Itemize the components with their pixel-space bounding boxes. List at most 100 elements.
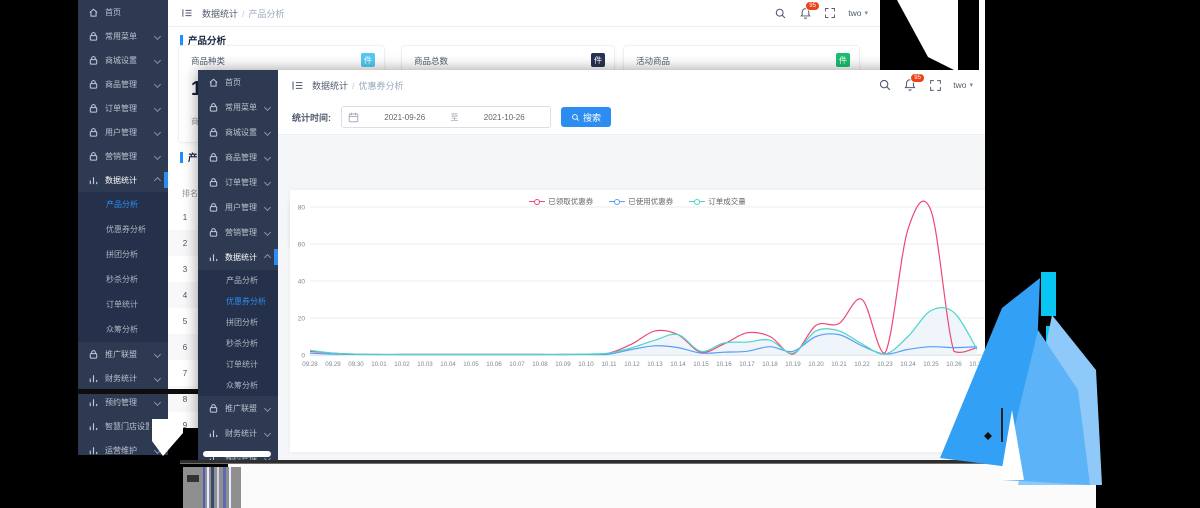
- legend-label: 已使用优惠券: [628, 197, 674, 206]
- chart-icon: [87, 396, 99, 408]
- sidebar-item-用户管理[interactable]: 用户管理: [78, 120, 168, 144]
- date-range-input[interactable]: 2021-09-26 至 2021-10-26: [341, 106, 551, 128]
- sidebar-item-首页[interactable]: 首页: [78, 0, 168, 24]
- sidebar-item-label: 订单管理: [225, 178, 257, 187]
- lock-icon: [87, 126, 99, 138]
- sidebar-item-营销管理[interactable]: 营销管理: [198, 220, 278, 245]
- sidebar-item-营销管理[interactable]: 营销管理: [78, 144, 168, 168]
- start-date[interactable]: 2021-09-26: [365, 113, 445, 122]
- sidebar-subitem-订单统计[interactable]: 订单统计: [198, 354, 278, 375]
- breadcrumb-current: 优惠券分析: [358, 80, 404, 91]
- front-topbar: 数据统计 / 优惠券分析 95 two ▾: [278, 70, 985, 101]
- chevron-down-icon: [153, 128, 162, 136]
- breadcrumb-current: 产品分析: [248, 8, 285, 19]
- sidebar-subitem-秒杀分析[interactable]: 秒杀分析: [78, 267, 168, 292]
- glitch-band: [78, 389, 200, 394]
- sidebar-subitem-产品分析[interactable]: 产品分析: [198, 270, 278, 291]
- home-icon: [87, 6, 99, 18]
- chevron-down-icon: [153, 32, 162, 40]
- chart-icon: [87, 444, 99, 455]
- sidebar-subitem-拼团分析[interactable]: 拼团分析: [198, 312, 278, 333]
- fullscreen-icon[interactable]: [823, 6, 837, 20]
- user-menu[interactable]: two ▾: [953, 80, 973, 90]
- sidebar-item-用户管理[interactable]: 用户管理: [198, 195, 278, 220]
- legend-item-已领取优惠券[interactable]: 已领取优惠券: [529, 196, 593, 207]
- end-date[interactable]: 2021-10-26: [465, 113, 545, 122]
- legend-item-已使用优惠券[interactable]: 已使用优惠券: [609, 196, 673, 207]
- filter-bar: 统计时间: 2021-09-26 至 2021-10-26 搜索: [278, 100, 985, 135]
- legend-marker: [529, 199, 546, 205]
- lock-icon: [87, 30, 99, 42]
- lock-icon: [207, 177, 219, 189]
- breadcrumb-root[interactable]: 数据统计: [202, 9, 238, 19]
- search-icon[interactable]: [773, 6, 787, 20]
- lock-icon: [87, 54, 99, 66]
- sidebar-subitem-优惠券分析[interactable]: 优惠券分析: [198, 291, 278, 312]
- lock-icon: [207, 202, 219, 214]
- sidebar-item-常用菜单[interactable]: 常用菜单: [198, 95, 278, 120]
- chevron-down-icon: [263, 429, 272, 438]
- breadcrumb-root[interactable]: 数据统计: [312, 81, 348, 91]
- legend-item-订单成交量[interactable]: 订单成交量: [689, 196, 746, 207]
- sidebar-subitem-产品分析[interactable]: 产品分析: [78, 192, 168, 217]
- sidebar-item-label: 订单管理: [105, 103, 137, 113]
- bell-icon[interactable]: 95: [798, 1, 820, 20]
- search-icon: [571, 113, 580, 122]
- menu-collapse-icon[interactable]: [180, 6, 194, 20]
- sidebar-item-label: 用户管理: [105, 127, 137, 137]
- sidebar-subitem-秒杀分析[interactable]: 秒杀分析: [198, 333, 278, 354]
- lock-icon: [87, 78, 99, 90]
- sidebar-subitem-众筹分析[interactable]: 众筹分析: [198, 375, 278, 396]
- menu-collapse-icon[interactable]: [290, 78, 304, 92]
- search-button[interactable]: 搜索: [561, 107, 612, 127]
- breadcrumb: 数据统计 / 优惠券分析: [312, 80, 404, 91]
- sidebar-item-订单管理[interactable]: 订单管理: [198, 170, 278, 195]
- sidebar-item-商品管理[interactable]: 商品管理: [198, 145, 278, 170]
- bell-icon[interactable]: 95: [903, 73, 925, 92]
- sidebar-item-推广联盟[interactable]: 推广联盟: [78, 342, 168, 366]
- chart-legend: 已领取优惠券 已使用优惠券 订单成交量: [290, 196, 985, 207]
- sidebar-item-推广联盟[interactable]: 推广联盟: [198, 396, 278, 421]
- sidebar-item-商城设置[interactable]: 商城设置: [78, 48, 168, 72]
- sidebar-item-智慧门店设置[interactable]: 智慧门店设置: [78, 414, 168, 438]
- sidebar-item-label: 常用菜单: [105, 31, 137, 41]
- sidebar-subitem-拼团分析[interactable]: 拼团分析: [78, 242, 168, 267]
- sidebar-item-label: 数据统计: [105, 175, 137, 185]
- search-icon[interactable]: [878, 78, 892, 92]
- sidebar-item-数据统计[interactable]: 数据统计: [78, 168, 168, 192]
- sidebar-item-财务统计[interactable]: 财务统计: [78, 366, 168, 390]
- active-indicator: [164, 172, 168, 188]
- lock-icon: [87, 150, 99, 162]
- chevron-down-icon: [153, 350, 162, 358]
- chevron-down-icon: [153, 374, 162, 382]
- chevron-down-icon: ▾: [864, 10, 868, 17]
- chevron-down-icon: [263, 153, 272, 162]
- user-menu[interactable]: two ▾: [848, 8, 868, 18]
- fullscreen-icon[interactable]: [928, 78, 942, 92]
- unit-badge: 件: [836, 53, 850, 67]
- sidebar-subitem-众筹分析[interactable]: 众筹分析: [78, 317, 168, 342]
- chevron-down-icon: [153, 446, 162, 454]
- submenu-statistics: 产品分析 优惠券分析 拼团分析 秒杀分析 订单统计 众筹分析: [78, 192, 168, 342]
- sidebar-item-首页[interactable]: 首页: [198, 70, 278, 95]
- sidebar-item-财务统计[interactable]: 财务统计: [198, 421, 278, 446]
- sidebar-subitem-订单统计[interactable]: 订单统计: [78, 292, 168, 317]
- chevron-down-icon: ▾: [969, 82, 973, 89]
- legend-label: 已领取优惠券: [548, 197, 594, 206]
- submenu-statistics: 产品分析 优惠券分析 拼团分析 秒杀分析 订单统计 众筹分析: [198, 270, 278, 396]
- chevron-down-icon: [263, 128, 272, 137]
- sidebar-item-订单管理[interactable]: 订单管理: [78, 96, 168, 120]
- sidebar-item-label: 商品管理: [225, 153, 257, 162]
- sidebar-item-label: 营销管理: [225, 228, 257, 237]
- chevron-up-icon: [153, 176, 162, 184]
- lock-icon: [207, 152, 219, 164]
- sidebar-item-数据统计[interactable]: 数据统计: [198, 245, 278, 270]
- chart-icon: [87, 174, 99, 186]
- sidebar-item-常用菜单[interactable]: 常用菜单: [78, 24, 168, 48]
- sidebar-scrollbar[interactable]: [203, 451, 271, 457]
- sidebar-item-商城设置[interactable]: 商城设置: [198, 120, 278, 145]
- sidebar-subitem-优惠券分析[interactable]: 优惠券分析: [78, 217, 168, 242]
- sidebar-item-label: 首页: [225, 78, 241, 87]
- sidebar-item-运营维护[interactable]: 运营维护: [78, 438, 168, 455]
- sidebar-item-商品管理[interactable]: 商品管理: [78, 72, 168, 96]
